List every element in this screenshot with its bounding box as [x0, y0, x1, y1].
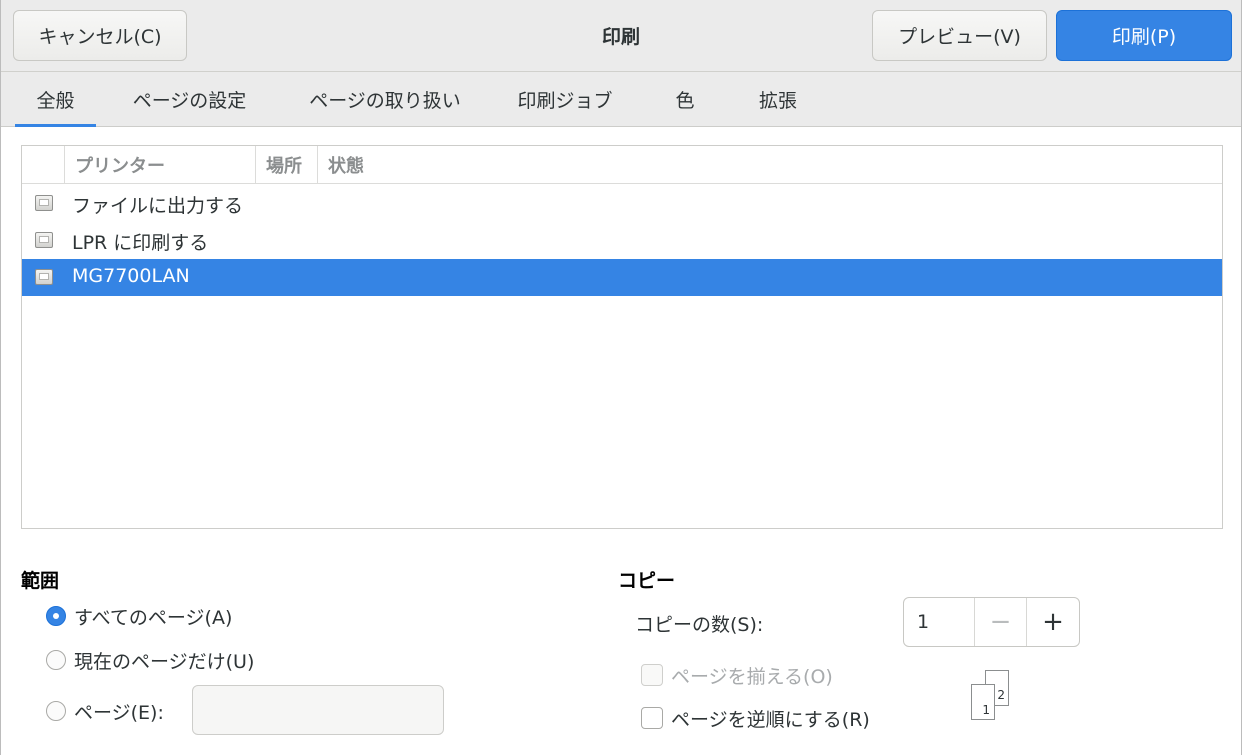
collate-preview-icon: 2 1 — [969, 668, 1019, 724]
copies-count-value[interactable]: 1 — [904, 598, 975, 646]
copies-spinbutton[interactable]: 1 − + — [903, 597, 1080, 647]
tab-print-job[interactable]: 印刷ジョブ — [506, 72, 624, 127]
printer-row-mg7700lan[interactable]: MG7700LAN — [22, 259, 1222, 296]
tab-page-setup[interactable]: ページの設定 — [116, 72, 263, 127]
printer-row-lpr[interactable]: LPR に印刷する — [22, 222, 1222, 259]
radio-button[interactable] — [46, 701, 66, 721]
column-location[interactable]: 場所 — [255, 146, 318, 183]
range-pages-label: ページ(E): — [74, 701, 164, 724]
printer-name: MG7700LAN — [72, 265, 190, 287]
increment-button[interactable]: + — [1027, 598, 1079, 646]
tab-color[interactable]: 色 — [656, 72, 714, 127]
tab-bar: 全般 ページの設定 ページの取り扱い 印刷ジョブ 色 拡張 — [1, 72, 1241, 127]
radio-button[interactable] — [46, 650, 66, 670]
range-all-label: すべてのページ(A) — [74, 606, 233, 629]
printer-list-header: プリンター 場所 状態 — [22, 146, 1222, 184]
collate-label: ページを揃える(O) — [671, 665, 833, 688]
column-printer[interactable]: プリンター — [64, 146, 256, 183]
reverse-label: ページを逆順にする(R) — [671, 708, 870, 731]
range-all-option[interactable]: すべてのページ(A) — [46, 601, 232, 631]
preview-button[interactable]: プレビュー(V) — [872, 10, 1047, 61]
tab-page-handling[interactable]: ページの取り扱い — [293, 72, 477, 127]
print-dialog: キャンセル(C) 印刷 プレビュー(V) 印刷(P) 全般 ページの設定 ページ… — [0, 0, 1242, 755]
range-current-label: 現在のページだけ(U) — [74, 650, 255, 673]
range-current-option[interactable]: 現在のページだけ(U) — [46, 645, 254, 675]
tab-advanced[interactable]: 拡張 — [739, 72, 817, 127]
printer-icon — [35, 232, 53, 248]
reverse-checkbox[interactable] — [641, 707, 663, 729]
column-status[interactable]: 状態 — [317, 146, 617, 183]
copies-title: コピー — [618, 570, 676, 592]
dialog-title: 印刷 — [601, 26, 640, 48]
page-sheet-icon: 1 — [971, 684, 995, 720]
printer-name: LPR に印刷する — [72, 232, 209, 254]
printer-list[interactable]: プリンター 場所 状態 ファイルに出力する LPR に印刷する MG7700LA… — [21, 145, 1223, 529]
collate-option[interactable]: ページを揃える(O) — [641, 661, 833, 689]
printer-name: ファイルに出力する — [72, 195, 244, 217]
range-pages-option[interactable]: ページ(E): — [46, 696, 164, 726]
pages-input[interactable] — [192, 685, 444, 735]
print-button[interactable]: 印刷(P) — [1056, 10, 1232, 61]
tab-general[interactable]: 全般 — [15, 72, 96, 127]
radio-button[interactable] — [46, 606, 66, 626]
header-bar: キャンセル(C) 印刷 プレビュー(V) 印刷(P) — [1, 0, 1241, 72]
range-title: 範囲 — [21, 570, 60, 592]
decrement-button[interactable]: − — [975, 598, 1027, 646]
copies-count-label: コピーの数(S): — [635, 614, 764, 636]
printer-icon — [35, 269, 53, 285]
reverse-option[interactable]: ページを逆順にする(R) — [641, 704, 870, 732]
printer-row-file[interactable]: ファイルに出力する — [22, 185, 1222, 222]
collate-checkbox[interactable] — [641, 664, 663, 686]
printer-icon — [35, 195, 53, 211]
